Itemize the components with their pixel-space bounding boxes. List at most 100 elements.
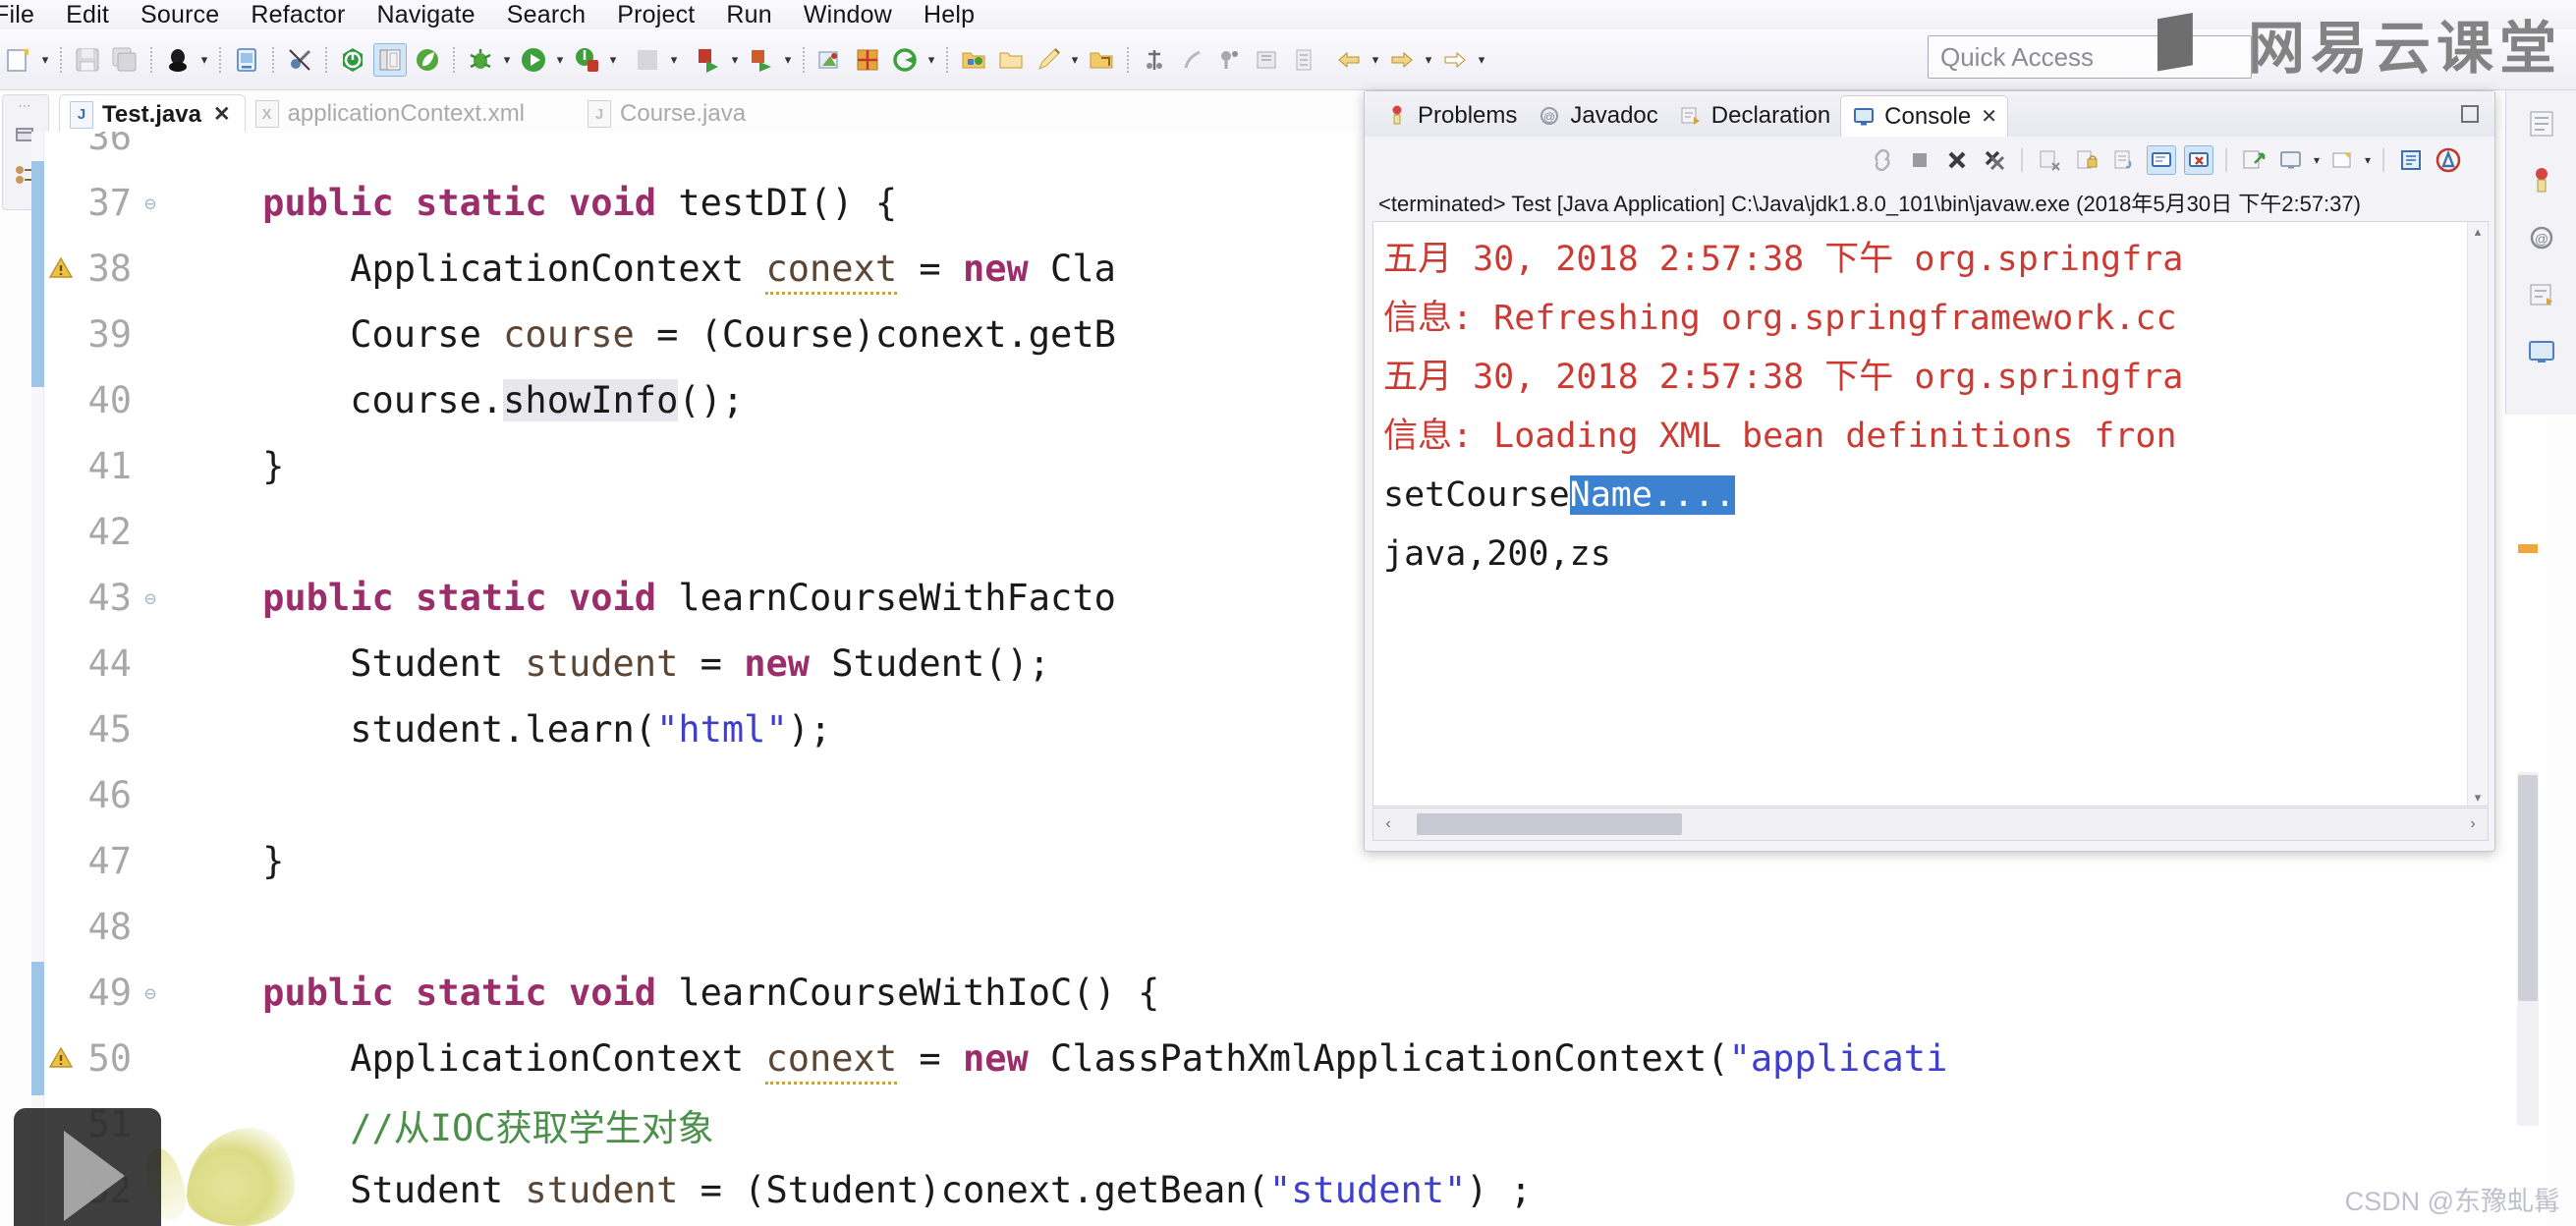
- remove-launch-icon[interactable]: [1942, 145, 1972, 175]
- scroll-left-icon[interactable]: ‹: [1373, 808, 1403, 840]
- editor-tab-course-java[interactable]: J Course.java: [578, 94, 759, 134]
- previous-annotation-icon[interactable]: [1175, 43, 1208, 77]
- coverage-icon[interactable]: [631, 43, 664, 77]
- word-wrap-icon[interactable]: [2109, 145, 2139, 175]
- menu-item-source[interactable]: Source: [125, 1, 235, 29]
- print-icon[interactable]: [161, 43, 195, 77]
- code-fold-icon[interactable]: ⊖: [138, 981, 163, 1005]
- run-last-dropdown-icon[interactable]: ▾: [727, 43, 743, 77]
- print-dropdown-icon[interactable]: ▾: [196, 43, 212, 77]
- console-hscroll-thumb[interactable]: [1417, 813, 1682, 835]
- menu-item-edit[interactable]: Edit: [50, 1, 125, 29]
- run-last-tool-icon[interactable]: [692, 43, 725, 77]
- pencil-dropdown-icon[interactable]: ▾: [1067, 43, 1083, 77]
- code-line[interactable]: 48: [31, 894, 2547, 960]
- quick-access-field[interactable]: Quick Access: [1928, 35, 2252, 79]
- forward-nav-icon[interactable]: [1438, 43, 1472, 77]
- code-fold-icon[interactable]: ⊖: [138, 192, 163, 215]
- console-vertical-scrollbar[interactable]: ▴ ▾: [2467, 222, 2488, 806]
- show-console-stderr-icon[interactable]: [2184, 145, 2213, 175]
- console-view-icon[interactable]: [2520, 330, 2563, 373]
- code-line[interactable]: 52 Student student = (Student)conext.get…: [31, 1157, 2547, 1223]
- show-console-stdout-icon[interactable]: [2147, 145, 2176, 175]
- javadoc-view-icon[interactable]: @: [2520, 216, 2563, 259]
- profile-dropdown-icon[interactable]: ▾: [780, 43, 796, 77]
- display-console-dropdown-icon[interactable]: ▾: [2310, 145, 2324, 175]
- menu-item-help[interactable]: Help: [908, 1, 990, 29]
- new-console-dropdown-icon[interactable]: ▾: [2361, 145, 2375, 175]
- console-tab-javadoc[interactable]: @ Javadoc: [1527, 95, 1667, 137]
- console-tab-declaration[interactable]: Declaration: [1668, 95, 1840, 137]
- new-wizard-dropdown-icon[interactable]: ▾: [37, 43, 53, 77]
- skip-breakpoints-icon[interactable]: [283, 43, 316, 77]
- console-tab-problems[interactable]: Problems: [1374, 95, 1527, 137]
- save-icon[interactable]: [71, 43, 104, 77]
- open-console-icon[interactable]: [2396, 145, 2426, 175]
- forward-nav-dropdown-icon[interactable]: ▾: [1474, 43, 1489, 77]
- menu-item-window[interactable]: Window: [788, 1, 908, 29]
- maximize-panel-icon[interactable]: [2459, 103, 2481, 125]
- open-type-icon[interactable]: [230, 43, 263, 77]
- coverage-dropdown-icon[interactable]: ▾: [666, 43, 682, 77]
- editor-tab-test-java[interactable]: J Test.java ✕: [59, 94, 246, 134]
- new-java-project-icon[interactable]: [336, 43, 369, 77]
- back-nav-icon[interactable]: [1385, 43, 1419, 77]
- new-class-icon[interactable]: [411, 43, 444, 77]
- profile-icon[interactable]: [745, 43, 778, 77]
- console-output-area[interactable]: 五月 30, 2018 2:57:38 下午 org.springfra 信息: …: [1372, 221, 2489, 807]
- open-folder-icon[interactable]: [994, 43, 1028, 77]
- close-icon[interactable]: ✕: [1981, 104, 1997, 129]
- code-line[interactable]: 50 ApplicationContext conext = new Class…: [31, 1026, 2547, 1091]
- open-resource-icon[interactable]: [957, 43, 990, 77]
- back-history-icon[interactable]: [1250, 43, 1283, 77]
- error-log-icon[interactable]: [2434, 145, 2463, 175]
- previous-edit-location-icon[interactable]: [1332, 43, 1366, 77]
- remove-all-terminated-icon[interactable]: [1980, 145, 2009, 175]
- next-annotation-icon[interactable]: [1138, 43, 1171, 77]
- editor-scroll-thumb[interactable]: [2518, 775, 2538, 1001]
- back-nav-dropdown-icon[interactable]: ▾: [1421, 43, 1436, 77]
- new-java-package-icon[interactable]: [373, 42, 407, 77]
- display-selected-console-icon[interactable]: [2276, 145, 2306, 175]
- new-console-view-icon[interactable]: [2327, 145, 2357, 175]
- code-line[interactable]: 49 ⊖ public static void learnCourseWithIo…: [31, 960, 2547, 1026]
- scroll-up-icon[interactable]: ▴: [2468, 222, 2488, 242]
- pencil-edit-icon[interactable]: [1032, 43, 1065, 77]
- run-external-tools-icon[interactable]: [570, 43, 603, 77]
- debug-icon[interactable]: [464, 43, 497, 77]
- menu-item-project[interactable]: Project: [601, 1, 710, 29]
- video-play-button[interactable]: [14, 1108, 161, 1226]
- toggle-mark-occurrences-icon[interactable]: [1212, 43, 1246, 77]
- new-wizard-icon[interactable]: [2, 43, 35, 77]
- menu-item-refactor[interactable]: Refactor: [235, 1, 361, 29]
- run-dropdown-icon[interactable]: ▾: [552, 43, 568, 77]
- pin-console-icon[interactable]: [2239, 145, 2268, 175]
- scroll-down-icon[interactable]: ▾: [2468, 788, 2488, 806]
- forward-history-icon[interactable]: [1287, 43, 1320, 77]
- menu-item-navigate[interactable]: Navigate: [362, 1, 491, 29]
- new-annotation-icon[interactable]: [813, 43, 847, 77]
- editor-tab-application-context-xml[interactable]: X applicationContext.xml: [246, 94, 538, 134]
- prev-edit-dropdown-icon[interactable]: ▾: [1368, 43, 1383, 77]
- console-panel[interactable]: Problems @ Javadoc Declaration Console ✕…: [1364, 90, 2495, 852]
- open-task-icon[interactable]: [1085, 43, 1118, 77]
- console-tab-console[interactable]: Console ✕: [1840, 95, 2008, 137]
- outline-view-icon[interactable]: [2520, 102, 2563, 145]
- search-dropdown-icon[interactable]: ▾: [924, 43, 939, 77]
- declaration-view-icon[interactable]: [2520, 273, 2563, 316]
- clear-console-icon[interactable]: [2035, 145, 2064, 175]
- scroll-right-icon[interactable]: ›: [2458, 808, 2488, 840]
- problems-view-icon[interactable]: [2520, 159, 2563, 202]
- save-all-icon[interactable]: [108, 43, 141, 77]
- code-fold-icon[interactable]: ⊖: [138, 586, 163, 610]
- close-icon[interactable]: ✕: [213, 102, 231, 127]
- drag-handle-dots[interactable]: ⋯: [19, 99, 33, 112]
- menu-item-search[interactable]: Search: [491, 1, 601, 29]
- run-external-dropdown-icon[interactable]: ▾: [605, 43, 621, 77]
- code-line[interactable]: 51 //从IOC获取学生对象: [31, 1091, 2547, 1157]
- editor-annotation-marker[interactable]: [2518, 544, 2538, 553]
- search-icon[interactable]: [888, 43, 922, 77]
- new-junit-icon[interactable]: [851, 43, 884, 77]
- menu-item-file[interactable]: File: [0, 1, 50, 29]
- scroll-lock-icon[interactable]: [2072, 145, 2101, 175]
